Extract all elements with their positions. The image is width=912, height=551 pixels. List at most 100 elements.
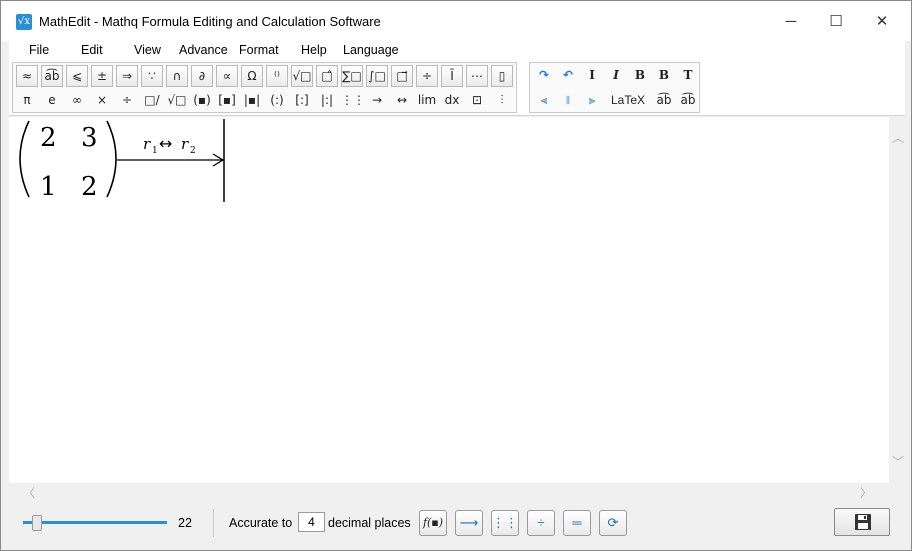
app-logo-icon: √x: [16, 14, 32, 30]
symbol-sqrt-button[interactable]: √□: [291, 65, 313, 87]
formula-canvas: 2 3 1 2 r 1 ↔ r 2: [19, 119, 225, 202]
menu-view[interactable]: View: [134, 43, 161, 57]
menu-edit[interactable]: Edit: [81, 43, 103, 57]
app-window: √x MathEdit - Mathq Formula Editing and …: [0, 0, 912, 551]
undo-icon[interactable]: ↶: [557, 65, 579, 85]
symbol-because-button[interactable]: ∵: [141, 65, 163, 87]
function-button[interactable]: f(▪): [419, 510, 447, 536]
accurate-label: Accurate to: [229, 516, 293, 530]
symbol-proportional-button[interactable]: ∝: [216, 65, 238, 87]
symbol-brackets-button[interactable]: ⁽⁾: [266, 65, 288, 87]
matrix-cell: 1: [40, 172, 57, 202]
decimal-places-input[interactable]: [298, 512, 325, 532]
menu-language[interactable]: Language: [343, 43, 399, 57]
symbol-sum-button[interactable]: ∑□: [341, 65, 363, 87]
symbol-double-arrow-button[interactable]: ↔: [391, 90, 413, 110]
bold-light-icon[interactable]: B: [653, 65, 675, 85]
matrix-button[interactable]: ⋮⋮⋮: [491, 510, 519, 536]
minimize-button[interactable]: ─: [776, 9, 806, 35]
symbol-partial-button[interactable]: ∂: [191, 65, 213, 87]
menu-file[interactable]: File: [29, 43, 49, 57]
symbol-omega-button[interactable]: Ω: [241, 65, 263, 87]
arrow-button[interactable]: ⟶: [455, 510, 483, 536]
symbol-abs-matrix-button[interactable]: |:|: [316, 90, 338, 110]
decimal-places-label: decimal places: [328, 516, 411, 530]
symbol-hat-button[interactable]: □̂: [316, 65, 338, 87]
align-right-icon[interactable]: ⫸: [581, 90, 603, 110]
symbol-vertical-dots-button[interactable]: ⫶: [491, 90, 513, 110]
bold-icon[interactable]: B: [629, 65, 651, 85]
refresh-button[interactable]: ⟳: [599, 510, 627, 536]
symbol-box-button[interactable]: ▯: [491, 65, 513, 87]
horizontal-scrollbar[interactable]: 〈 〉: [9, 483, 889, 500]
redo-icon[interactable]: ↷: [533, 65, 555, 85]
symbol-matrix-button[interactable]: ⋮⋮: [341, 90, 363, 110]
save-button[interactable]: [834, 508, 890, 536]
symbol-times-button[interactable]: ×: [91, 90, 113, 110]
fraction-button[interactable]: ÷: [527, 510, 555, 536]
matrix-right-paren: [106, 120, 117, 198]
symbol-e-button[interactable]: e: [41, 90, 63, 110]
symbol-box-frame-button[interactable]: ⊡: [466, 90, 488, 110]
maximize-button[interactable]: ☐: [821, 9, 851, 35]
symbol-divide-button[interactable]: ÷: [116, 90, 138, 110]
formula-editor[interactable]: 2 3 1 2 r 1 ↔ r 2: [9, 117, 889, 483]
symbol-approx-button[interactable]: ≈: [16, 65, 38, 87]
symbol-right-arrow-button[interactable]: →: [366, 90, 388, 110]
scroll-left-icon[interactable]: 〈: [23, 484, 35, 501]
italic-icon[interactable]: I: [605, 65, 627, 85]
text-icon[interactable]: T: [677, 65, 699, 85]
symbol-paren-button[interactable]: (▪): [191, 90, 213, 110]
row-op-arrow: ↔: [159, 134, 172, 153]
symbol-toolbar: ≈a͡b⩽±⇒∵∩∂∝Ω⁽⁾√□□̂∑□∫□□⃗÷Ī⋯▯πe∞×÷□/□√□(▪…: [12, 62, 517, 113]
divider: [213, 509, 214, 537]
symbol-implies-button[interactable]: ⇒: [116, 65, 138, 87]
italic-roman-icon[interactable]: I: [581, 65, 603, 85]
save-icon: [855, 514, 871, 530]
equals-button[interactable]: ═: [563, 510, 591, 536]
symbol-pi-button[interactable]: π: [16, 90, 38, 110]
symbol-arc-button[interactable]: a͡b: [41, 65, 63, 87]
symbol-bracket-button[interactable]: [▪]: [216, 90, 238, 110]
menu-format[interactable]: Format: [239, 43, 279, 57]
symbol-paren-matrix-button[interactable]: (:): [266, 90, 288, 110]
symbol-limit-button[interactable]: lim: [416, 90, 438, 110]
matrix-cell: 2: [81, 172, 98, 202]
vertical-scrollbar[interactable]: ︿ ﹀: [889, 117, 906, 483]
toolbar-area: ≈a͡b⩽±⇒∵∩∂∝Ω⁽⁾√□□̂∑□∫□□⃗÷Ī⋯▯πe∞×÷□/□√□(▪…: [9, 61, 905, 116]
font-size-slider-track[interactable]: [23, 521, 167, 524]
symbol-intersection-button[interactable]: ∩: [166, 65, 188, 87]
menu-help[interactable]: Help: [301, 43, 327, 57]
scroll-down-icon[interactable]: ﹀: [892, 453, 904, 470]
symbol-dots-button[interactable]: ⋯: [466, 65, 488, 87]
close-button[interactable]: ✕: [867, 9, 897, 35]
symbol-bracket-matrix-button[interactable]: [:]: [291, 90, 313, 110]
font-size-slider-thumb[interactable]: [32, 515, 43, 531]
menu-advance[interactable]: Advance: [179, 43, 228, 57]
menu-bar: File Edit View Advance Format Help Langu…: [9, 41, 905, 61]
symbol-differential-button[interactable]: dx: [441, 90, 463, 110]
row-op-left: r: [143, 135, 151, 153]
font-icon[interactable]: a͡b: [653, 90, 675, 110]
scroll-up-icon[interactable]: ︿: [892, 129, 904, 146]
symbol-sqrt-button[interactable]: √□: [166, 90, 188, 110]
symbol-le-button[interactable]: ⩽: [66, 65, 88, 87]
symbol-integral-button[interactable]: ∫□: [366, 65, 388, 87]
window-title: MathEdit - Mathq Formula Editing and Cal…: [39, 14, 381, 29]
latex-button[interactable]: LaTeX: [605, 90, 651, 110]
symbol-divide-button[interactable]: ÷: [416, 65, 438, 87]
matrix-left-paren: [19, 120, 30, 198]
format-toolbar: ↷ ↶ I I B B T ⫷ ⧚ ⫸ LaTeX a͡b a͡b: [529, 62, 700, 113]
status-bar: 22 Accurate to decimal places f(▪) ⟶ ⋮⋮⋮ ÷ ═…: [9, 501, 906, 545]
symbol-plus-minus-button[interactable]: ±: [91, 65, 113, 87]
symbol-abs-button[interactable]: |▪|: [241, 90, 263, 110]
symbol-vector-button[interactable]: □⃗: [391, 65, 413, 87]
align-left-icon[interactable]: ⫷: [533, 90, 555, 110]
align-center-icon[interactable]: ⧚: [557, 90, 579, 110]
symbol-overline-button[interactable]: Ī: [441, 65, 463, 87]
symbol-infinity-button[interactable]: ∞: [66, 90, 88, 110]
font-size-value: 22: [178, 516, 192, 530]
symbol-fraction-button[interactable]: □/□: [141, 90, 163, 110]
scroll-right-icon[interactable]: 〉: [860, 484, 872, 501]
font-alt-icon[interactable]: a͡b: [677, 90, 699, 110]
